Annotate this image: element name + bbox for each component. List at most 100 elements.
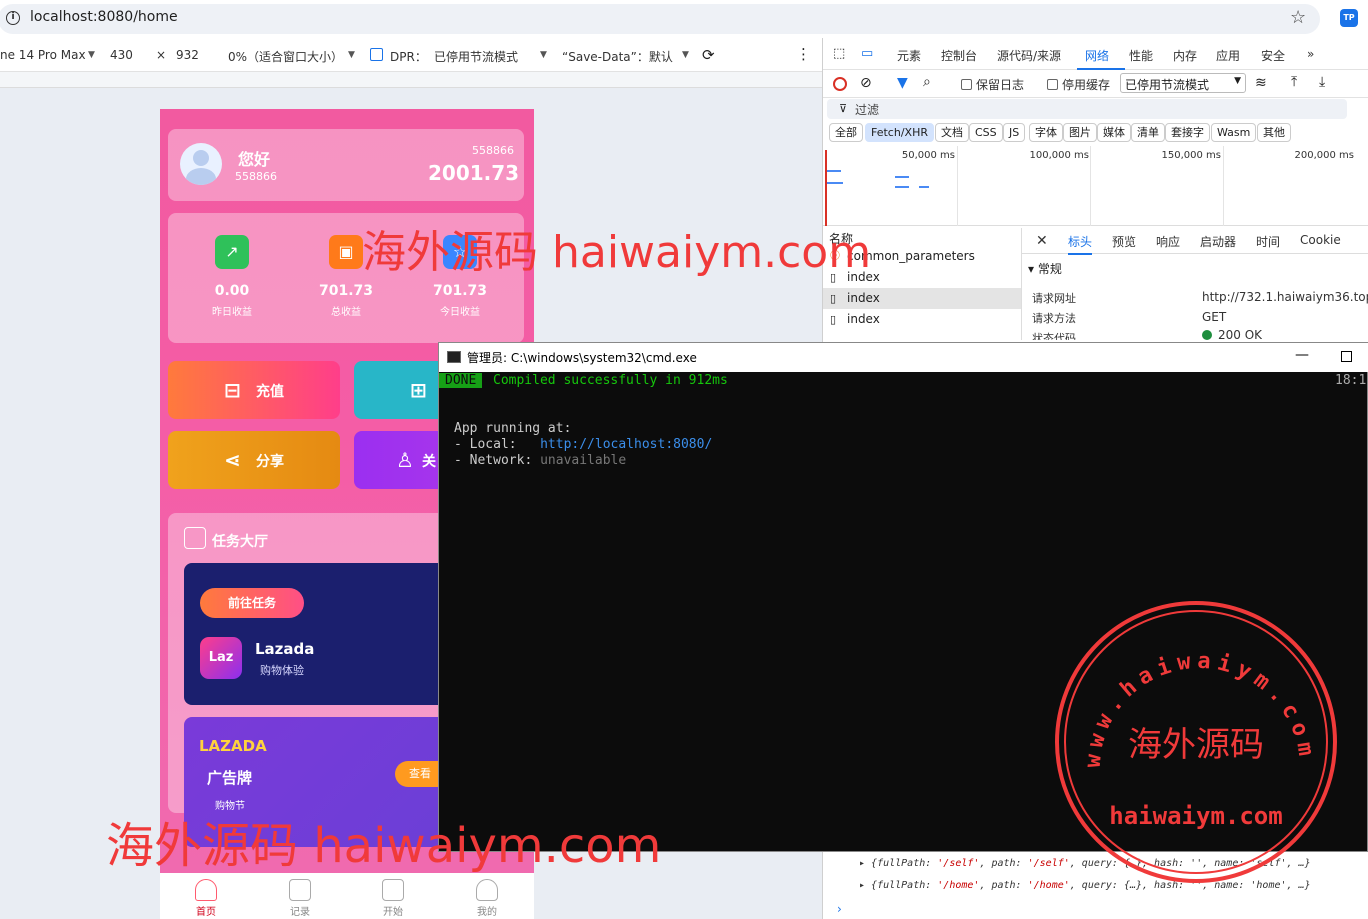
user-card: 您好 558866 558866 2001.73 xyxy=(168,129,524,201)
tab-timing[interactable]: 时间 xyxy=(1256,233,1280,250)
device-mode-icon[interactable]: ▭ xyxy=(861,46,873,61)
tab-start[interactable]: 开始 xyxy=(363,879,423,918)
tab-label: 我的 xyxy=(477,907,497,918)
upload-icon[interactable]: ⤒ xyxy=(1291,74,1297,90)
stat-yesterday: ↗ 0.00 昨日收益 xyxy=(172,235,292,318)
clear-icon[interactable]: ⊘ xyxy=(860,75,872,91)
recharge-button[interactable]: ⊟ 充值 xyxy=(168,361,340,419)
start-icon xyxy=(382,879,404,901)
tab-application[interactable]: 应用 xyxy=(1216,47,1240,64)
tab-console[interactable]: 控制台 xyxy=(941,47,977,64)
request-url-label: 请求网址 xyxy=(1032,292,1076,305)
device-select[interactable]: ne 14 Pro Max xyxy=(0,48,86,62)
more-icon[interactable]: ⋮ xyxy=(796,45,811,63)
type-filter-6[interactable]: 图片 xyxy=(1063,123,1097,142)
type-filter-11[interactable]: 其他 xyxy=(1257,123,1291,142)
status-value: 200 OK xyxy=(1218,328,1263,340)
avatar[interactable] xyxy=(180,143,222,185)
filter-icon[interactable]: ▼ xyxy=(897,75,908,91)
type-filter-2[interactable]: 文档 xyxy=(935,123,969,142)
times-sign: × xyxy=(156,48,167,62)
tab-performance[interactable]: 性能 xyxy=(1129,47,1153,64)
tab-response[interactable]: 响应 xyxy=(1156,233,1180,250)
request-url-value: http://732.1.haiwaiym36.top/ xyxy=(1202,290,1368,304)
url-text[interactable]: localhost:8080/home xyxy=(30,9,178,25)
app-running: App running at: xyxy=(454,421,572,436)
rotate-icon[interactable]: ⟳ xyxy=(702,46,715,64)
type-filter-7[interactable]: 媒体 xyxy=(1097,123,1131,142)
type-filter-8[interactable]: 清单 xyxy=(1131,123,1165,142)
height-input[interactable]: 932 xyxy=(176,48,199,62)
filter-input[interactable] xyxy=(827,99,1347,119)
network-throttle-select[interactable]: 已停用节流模式 ▼ xyxy=(1120,73,1246,93)
type-filter-0[interactable]: 全部 xyxy=(829,123,863,142)
request-row[interactable]: ▯ index xyxy=(823,288,1021,309)
chevron-down-icon[interactable]: ▼ xyxy=(348,50,355,60)
disable-cache-checkbox[interactable]: 停用缓存 xyxy=(1047,76,1110,93)
extension-icon[interactable]: TP xyxy=(1340,9,1358,27)
search-icon[interactable]: ⌕ xyxy=(923,74,931,90)
wifi-icon[interactable]: ≋ xyxy=(1255,75,1267,91)
tab-home[interactable]: 首页 xyxy=(176,879,236,918)
task-hall-title: 任务大厅 xyxy=(212,534,268,550)
ad-brand: LAZADA xyxy=(199,737,267,755)
tab-elements[interactable]: 元素 xyxy=(897,47,921,64)
type-filter-bar: 全部 Fetch/XHR 文档 CSS JS 字体 图片 媒体 清单 套接字 Wasm 其他 xyxy=(823,123,1368,145)
download-icon[interactable]: ⤓ xyxy=(1319,74,1325,90)
type-filter-5[interactable]: 字体 xyxy=(1029,123,1063,142)
tab-records[interactable]: 记录 xyxy=(270,879,330,918)
star-icon[interactable]: ☆ xyxy=(1290,7,1306,28)
address-bar[interactable] xyxy=(0,4,1320,34)
tab-initiator[interactable]: 启动器 xyxy=(1200,233,1236,250)
type-filter-1[interactable]: Fetch/XHR xyxy=(865,123,934,142)
throttle-select[interactable]: 已停用节流模式 xyxy=(434,48,518,65)
watermark-bottom: 海外源码 haiwaiym.com xyxy=(106,818,662,874)
stat-label: 总收益 xyxy=(331,307,361,318)
type-filter-9[interactable]: 套接字 xyxy=(1165,123,1210,142)
chevron-down-icon[interactable]: ▼ xyxy=(88,50,95,60)
type-filter-4[interactable]: JS xyxy=(1003,123,1026,142)
record-icon[interactable] xyxy=(833,77,847,91)
tab-memory[interactable]: 内存 xyxy=(1173,47,1197,64)
info-icon[interactable]: i xyxy=(6,11,20,25)
lazada-name: Lazada xyxy=(255,640,315,658)
funnel-icon: ⊽ xyxy=(839,102,848,115)
list-icon xyxy=(184,527,206,549)
seal-bottom-text: haiwaiym.com xyxy=(1109,802,1282,830)
console-prompt-icon[interactable]: › xyxy=(837,902,842,916)
preserve-log-checkbox[interactable]: 保留日志 xyxy=(961,76,1024,93)
stat-value: 701.73 xyxy=(432,283,488,299)
general-section[interactable]: ▾ 常规 xyxy=(1028,260,1062,277)
chevron-down-icon[interactable]: ▼ xyxy=(540,50,547,60)
zoom-select[interactable]: 0%（适合窗口大小） xyxy=(228,48,343,65)
tab-sources[interactable]: 源代码/来源 xyxy=(997,47,1061,64)
tab-mine[interactable]: 我的 xyxy=(457,879,517,918)
tab-network[interactable]: 网络 xyxy=(1085,47,1109,64)
stat-label: 今日收益 xyxy=(440,307,480,318)
go-task-button[interactable]: 前往任务 xyxy=(200,588,304,618)
type-filter-3[interactable]: CSS xyxy=(969,123,1003,142)
type-filter-10[interactable]: Wasm xyxy=(1211,123,1257,142)
save-data-select[interactable]: “Save-Data”：默认 xyxy=(562,48,673,65)
timeline-tick: 100,000 ms xyxy=(1029,150,1089,161)
request-row[interactable]: ▯ index xyxy=(823,309,1021,330)
user-id-right: 558866 xyxy=(472,144,514,157)
maximize-button[interactable] xyxy=(1341,351,1352,362)
minimize-button[interactable]: — xyxy=(1295,347,1309,363)
close-icon[interactable]: ✕ xyxy=(1036,233,1048,249)
watermark-seal: www.haiwaiym.com 海外源码 haiwaiym.com xyxy=(1054,600,1338,884)
share-button[interactable]: ⋖ 分享 xyxy=(168,431,340,489)
cmd-titlebar[interactable]: 管理员: C:\windows\system32\cmd.exe — xyxy=(439,343,1368,372)
width-input[interactable]: 430 xyxy=(110,48,133,62)
tab-headers[interactable]: 标头 xyxy=(1068,233,1093,255)
network-toolbar: ⊘ ▼ ⌕ 保留日志 停用缓存 已停用节流模式 ▼ ≋ ⤒ ⤓ xyxy=(823,70,1368,98)
chevron-down-icon[interactable]: ▼ xyxy=(682,50,689,60)
tab-cookie[interactable]: Cookie xyxy=(1300,233,1341,247)
compile-message: Compiled successfully in 912ms xyxy=(493,373,728,388)
more-tabs-icon[interactable]: » xyxy=(1307,47,1314,61)
inspect-icon[interactable]: ⬚ xyxy=(833,46,845,61)
tab-security[interactable]: 安全 xyxy=(1261,47,1285,64)
tab-preview[interactable]: 预览 xyxy=(1112,233,1136,250)
profile-icon xyxy=(476,879,498,901)
tab-label: 开始 xyxy=(383,907,403,918)
